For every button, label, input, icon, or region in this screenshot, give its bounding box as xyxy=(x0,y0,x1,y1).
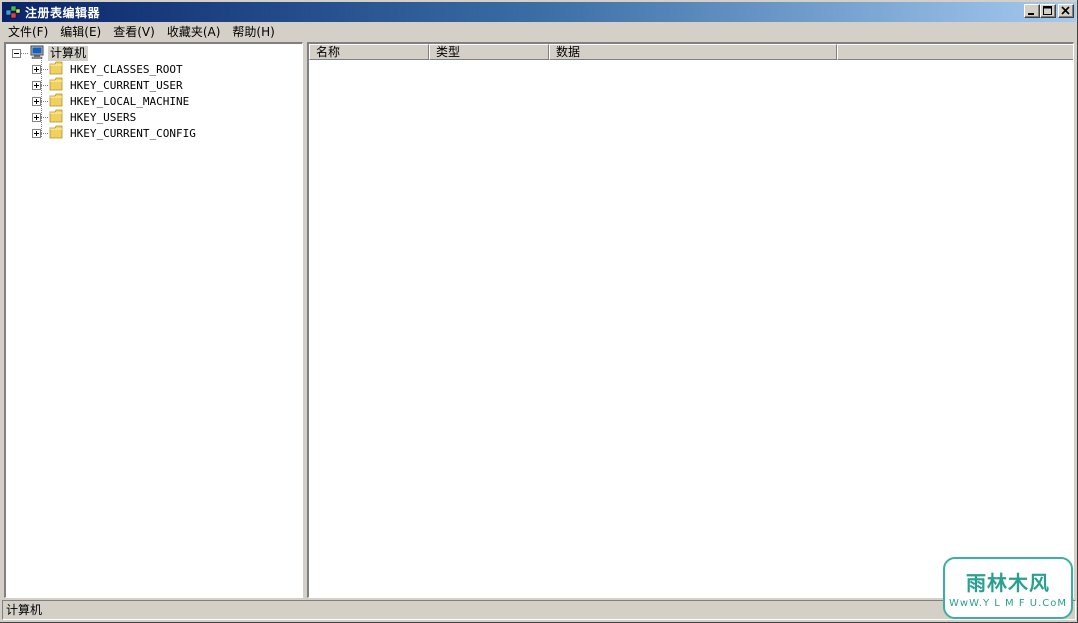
minimize-button[interactable] xyxy=(1024,4,1040,18)
maximize-button[interactable] xyxy=(1040,4,1056,18)
collapse-toggle[interactable] xyxy=(12,48,21,58)
expand-toggle[interactable] xyxy=(32,96,41,106)
tree-label-hkcc: HKEY_CURRENT_CONFIG xyxy=(70,126,196,140)
window-title: 注册表编辑器 xyxy=(25,5,101,20)
minimize-icon xyxy=(1028,13,1034,15)
menu-favorites[interactable]: 收藏夹(A) xyxy=(161,23,227,41)
tree-item-computer[interactable]: 计算机 xyxy=(12,45,89,62)
menu-edit[interactable]: 编辑(E) xyxy=(54,23,107,41)
expand-toggle[interactable] xyxy=(32,80,41,90)
watermark-logo: 雨林木风 WwW.Y L M F U.CoM xyxy=(943,557,1073,619)
tree-item-hku[interactable]: HKEY_USERS xyxy=(32,109,138,125)
tree-item-hkcu[interactable]: HKEY_CURRENT_USER xyxy=(32,77,185,93)
column-header-data[interactable]: 数据 xyxy=(549,44,837,60)
expand-toggle[interactable] xyxy=(32,128,41,138)
folder-icon xyxy=(49,61,65,78)
folder-icon xyxy=(49,77,65,94)
expand-toggle[interactable] xyxy=(32,64,41,74)
tree-item-hkcc[interactable]: HKEY_CURRENT_CONFIG xyxy=(32,125,198,141)
tree-label-computer: 计算机 xyxy=(48,45,89,61)
tree-label-hkcr: HKEY_CLASSES_ROOT xyxy=(70,62,183,76)
column-header-name[interactable]: 名称 xyxy=(309,44,429,60)
column-header-filler xyxy=(837,44,1073,60)
folder-icon xyxy=(49,125,65,142)
folder-icon xyxy=(49,109,65,126)
registry-tree-pane[interactable]: 计算机 HKEY_CLASSES_ROOT HKEY_CURRENT_USER xyxy=(4,42,303,598)
folder-icon xyxy=(49,93,65,110)
watermark-main-text: 雨林木风 xyxy=(966,571,1050,595)
tree-item-hkcr[interactable]: HKEY_CLASSES_ROOT xyxy=(32,61,185,77)
watermark-sub-text: WwW.Y L M F U.CoM xyxy=(949,598,1067,609)
list-header: 名称 类型 数据 xyxy=(309,44,1073,60)
status-bar: 计算机 xyxy=(2,600,1076,620)
menu-help[interactable]: 帮助(H) xyxy=(226,23,280,41)
tree-label-hklm: HKEY_LOCAL_MACHINE xyxy=(70,94,190,108)
registry-editor-window: 注册表编辑器 文件(F) 编辑(E) 查看(V) 收藏夹(A) 帮助(H) 计算… xyxy=(0,0,1078,623)
column-header-type[interactable]: 类型 xyxy=(429,44,549,60)
tree-item-hklm[interactable]: HKEY_LOCAL_MACHINE xyxy=(32,93,191,109)
registry-app-icon[interactable] xyxy=(5,4,21,20)
title-buttons xyxy=(1024,4,1074,18)
computer-icon xyxy=(29,45,45,62)
tree-label-hku: HKEY_USERS xyxy=(70,110,137,124)
tree-label-hkcu: HKEY_CURRENT_USER xyxy=(70,78,183,92)
menu-view[interactable]: 查看(V) xyxy=(107,23,161,41)
menu-bar: 文件(F) 编辑(E) 查看(V) 收藏夹(A) 帮助(H) xyxy=(2,22,1076,41)
menu-file[interactable]: 文件(F) xyxy=(2,23,54,41)
maximize-icon xyxy=(1043,6,1052,15)
close-button[interactable] xyxy=(1058,4,1074,18)
registry-values-pane[interactable]: 名称 类型 数据 xyxy=(307,42,1074,598)
close-icon xyxy=(1061,6,1070,15)
title-bar[interactable]: 注册表编辑器 xyxy=(2,2,1076,22)
expand-toggle[interactable] xyxy=(32,112,41,122)
